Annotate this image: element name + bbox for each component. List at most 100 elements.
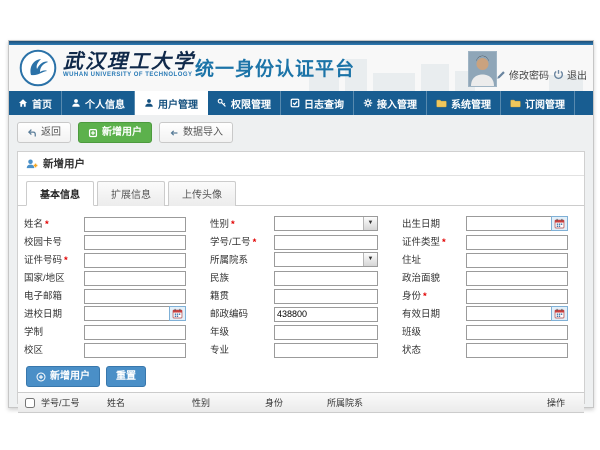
email-input[interactable] xyxy=(84,289,186,304)
status-input[interactable] xyxy=(466,343,568,358)
identity-input[interactable] xyxy=(466,289,568,304)
nav-item-subscription-management[interactable]: 订阅管理 xyxy=(501,91,575,115)
nav-item-system-management[interactable]: 系统管理 xyxy=(427,91,501,115)
nav-item-label: 订阅管理 xyxy=(525,96,565,111)
postal-code-input[interactable] xyxy=(274,307,378,322)
campus-input[interactable] xyxy=(84,343,186,358)
nav-item-access-management[interactable]: 接入管理 xyxy=(354,91,427,115)
field-label-postal-code: 邮政编码 xyxy=(194,306,266,320)
table-header-student-id: 学号/工号 xyxy=(38,396,104,409)
submit-add-user-button[interactable]: 新增用户 xyxy=(26,366,100,387)
field-political-status xyxy=(466,268,568,286)
field-label-identity: 身份* xyxy=(386,288,458,302)
entry-date-calendar-button[interactable] xyxy=(169,306,186,321)
field-country-region xyxy=(84,268,186,286)
campus-card-input[interactable] xyxy=(84,235,186,250)
department-select[interactable]: ▼ xyxy=(274,252,378,267)
nav-item-log-query[interactable]: 日志查询 xyxy=(281,91,354,115)
skyline-decoration xyxy=(421,64,449,91)
country-region-input[interactable] xyxy=(84,271,186,286)
logout-link[interactable]: 退出 xyxy=(553,67,587,82)
gender-select[interactable]: ▼ xyxy=(274,216,378,231)
user-icon xyxy=(71,98,81,108)
tab-extended-info[interactable]: 扩展信息 xyxy=(97,181,165,206)
id-number-input[interactable] xyxy=(84,253,186,268)
birth-date-calendar-button[interactable] xyxy=(551,216,568,231)
field-major xyxy=(274,340,378,358)
university-logo xyxy=(19,49,57,87)
major-input[interactable] xyxy=(274,343,378,358)
university-name-en: WUHAN UNIVERSITY OF TECHNOLOGY xyxy=(63,72,195,78)
panel-title-bar: 新增用户 xyxy=(18,152,584,176)
nav-item-user-management[interactable]: 用户管理 xyxy=(135,91,208,115)
class-input[interactable] xyxy=(466,325,568,340)
field-label-department: 所属院系 xyxy=(194,252,266,266)
field-label-gender: 性别* xyxy=(194,216,266,230)
field-grade xyxy=(274,322,378,340)
name-input[interactable] xyxy=(84,217,186,232)
field-label-campus: 校区 xyxy=(24,342,76,356)
folder-icon xyxy=(510,98,521,109)
study-length-input[interactable] xyxy=(84,325,186,340)
student-id-input[interactable] xyxy=(274,235,378,250)
field-student-id xyxy=(274,232,378,250)
table-header-identity: 身份 xyxy=(262,396,324,409)
field-birth-date xyxy=(466,216,568,231)
nav-item-label: 用户管理 xyxy=(158,96,198,111)
log-icon xyxy=(290,98,300,108)
nav-item-label: 首页 xyxy=(32,96,52,111)
toolbar: 返回 新增用户 数据导入 xyxy=(9,115,593,150)
required-asterisk: * xyxy=(442,237,446,248)
select-all-checkbox[interactable] xyxy=(25,398,35,408)
table-header-department: 所属院系 xyxy=(324,396,544,409)
address-input[interactable] xyxy=(466,253,568,268)
submit-add-user-label: 新增用户 xyxy=(50,371,90,382)
reset-button[interactable]: 重置 xyxy=(106,366,146,387)
nav-item-home[interactable]: 首页 xyxy=(9,91,62,115)
table-header-checkbox-cell xyxy=(18,398,38,408)
grade-input[interactable] xyxy=(274,325,378,340)
entry-date-input[interactable] xyxy=(84,306,169,321)
field-label-email: 电子邮箱 xyxy=(24,288,76,302)
field-label-name: 姓名* xyxy=(24,216,76,230)
birth-date-input[interactable] xyxy=(466,216,551,231)
reset-button-label: 重置 xyxy=(116,371,136,382)
valid-date-calendar-button[interactable] xyxy=(551,306,568,321)
field-label-study-length: 学制 xyxy=(24,324,76,338)
nav-item-label: 系统管理 xyxy=(451,96,491,111)
required-asterisk: * xyxy=(231,219,235,230)
back-button[interactable]: 返回 xyxy=(17,122,71,143)
field-class xyxy=(466,322,568,340)
nav-item-personal-info[interactable]: 个人信息 xyxy=(62,91,135,115)
field-campus-card xyxy=(84,232,186,250)
field-study-length xyxy=(84,322,186,340)
field-label-id-number: 证件号码* xyxy=(24,252,76,266)
page: 武汉理工大学 WUHAN UNIVERSITY OF TECHNOLOGY 统一… xyxy=(0,0,600,450)
power-icon xyxy=(553,69,564,80)
field-department: ▼ xyxy=(274,252,378,267)
field-email xyxy=(84,286,186,304)
native-place-input[interactable] xyxy=(274,289,378,304)
political-status-input[interactable] xyxy=(466,271,568,286)
import-arrow-icon xyxy=(169,128,179,138)
id-type-input[interactable] xyxy=(466,235,568,250)
valid-date-input[interactable] xyxy=(466,306,551,321)
form-grid: 姓名*性别*▼出生日期校园卡号学号/工号*证件类型*证件号码*所属院系▼住址国家… xyxy=(18,206,584,362)
tab-basic-info[interactable]: 基本信息 xyxy=(26,181,94,206)
add-user-panel: 新增用户 基本信息扩展信息上传头像 姓名*性别*▼出生日期校园卡号学号/工号*证… xyxy=(17,151,585,404)
university-name-cn: 武汉理工大学 xyxy=(63,50,195,72)
field-entry-date xyxy=(84,306,186,321)
field-label-campus-card: 校园卡号 xyxy=(24,234,76,248)
change-password-link[interactable]: 修改密码 xyxy=(496,67,549,82)
user-avatar[interactable] xyxy=(468,51,497,87)
tab-upload-avatar[interactable]: 上传头像 xyxy=(168,181,236,206)
gear-icon xyxy=(363,98,373,108)
add-user-toolbar-button[interactable]: 新增用户 xyxy=(78,122,152,143)
ethnicity-input[interactable] xyxy=(274,271,378,286)
field-label-birth-date: 出生日期 xyxy=(386,216,458,230)
field-label-address: 住址 xyxy=(386,252,458,266)
form-tabs: 基本信息扩展信息上传头像 xyxy=(18,176,584,206)
data-import-button[interactable]: 数据导入 xyxy=(159,122,233,143)
table-empty-body xyxy=(18,413,584,421)
nav-item-permission-management[interactable]: 权限管理 xyxy=(208,91,281,115)
